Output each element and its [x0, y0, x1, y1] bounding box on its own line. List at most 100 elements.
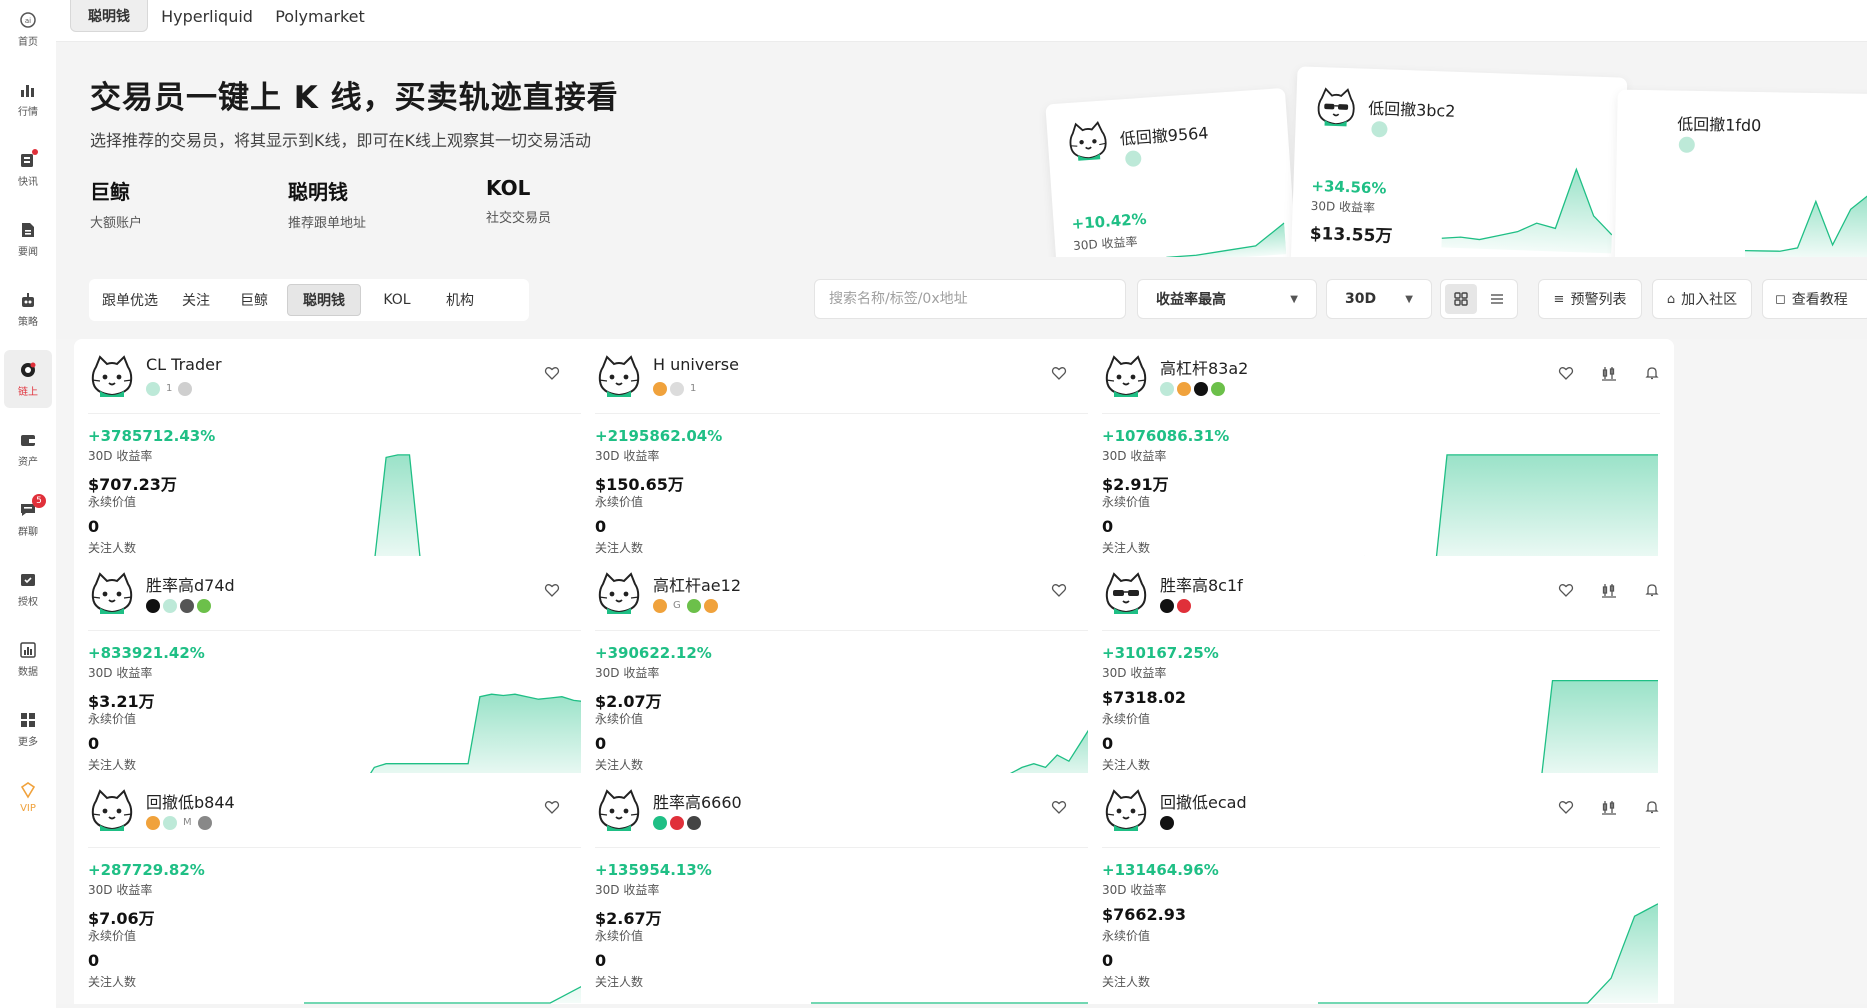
- heart-icon[interactable]: [1051, 365, 1067, 381]
- trader-name[interactable]: H universe: [653, 355, 739, 374]
- return-label: 30D 收益率: [1102, 449, 1167, 463]
- trader-tag-icon: [146, 599, 160, 613]
- hero-category-whale[interactable]: 巨鲸 大额账户: [90, 176, 142, 231]
- filter-tab-smart-money[interactable]: 聪明钱: [287, 284, 361, 316]
- trader-name[interactable]: CL Trader: [146, 355, 222, 374]
- card-actions: [1531, 582, 1660, 598]
- trader-card[interactable]: CL Trader 1 +3785712.43% 30D 收益率 $707.23万 永续价…: [74, 339, 660, 579]
- heart-icon[interactable]: [1558, 365, 1574, 381]
- filter-tab-kol[interactable]: KOL: [369, 284, 425, 316]
- heart-icon[interactable]: [1558, 799, 1574, 815]
- sidebar-item-home[interactable]: ai 首页: [4, 0, 52, 58]
- sidebar-item-onchain[interactable]: 链上: [4, 350, 52, 408]
- followers-count: 0: [595, 734, 607, 753]
- trader-name[interactable]: 回撤低b844: [146, 789, 235, 813]
- preview-return-label: 30D 收益率: [1310, 198, 1376, 216]
- list-icon: ≡: [1553, 291, 1565, 307]
- trader-name[interactable]: 高杠杆83a2: [1160, 355, 1248, 379]
- trader-card[interactable]: 胜率高8c1f +310167.25% 30D 收益率 $7318.02 永续价值 0 关注…: [1088, 556, 1674, 796]
- trader-card[interactable]: 胜率高d74d +833921.42% 30D 收益率 $3.21万 永续价值 0 关注人数: [74, 556, 660, 796]
- sidebar-item-label: 策略: [18, 316, 38, 328]
- card-divider: [1102, 630, 1660, 631]
- top-tab-polymarket[interactable]: Polymarket: [266, 0, 374, 32]
- return-value: +310167.25%: [1102, 644, 1219, 662]
- followers-count: 0: [1102, 734, 1114, 753]
- return-value: +287729.82%: [88, 861, 205, 879]
- trader-tag-icon: [1211, 382, 1225, 396]
- sidebar-item-news[interactable]: 要闻: [4, 210, 52, 268]
- trader-card[interactable]: 高杠杆ae12 G +390622.12% 30D 收益率 $2.07万 永续价值 0 关注人…: [581, 556, 1167, 796]
- heart-icon[interactable]: [544, 799, 560, 815]
- filter-tab-recommended[interactable]: 跟单优选: [97, 284, 163, 316]
- unread-badge: 5: [32, 494, 46, 508]
- perp-value-label: 永续价值: [1102, 712, 1151, 726]
- preview-card: 低回撤3bc2 +34.56% 30D 收益率 $13.55万: [1290, 66, 1628, 257]
- card-actions: [1531, 799, 1660, 815]
- grid-view-button[interactable]: [1445, 284, 1477, 314]
- sidebar-item-more-grid[interactable]: 更多: [4, 700, 52, 758]
- preview-tag-icon: [1678, 136, 1695, 153]
- tutorial-icon: ◻: [1775, 291, 1786, 307]
- sidebar-item-label: 要闻: [18, 246, 38, 258]
- return-value: +833921.42%: [88, 644, 205, 662]
- top-tab-hyperliquid[interactable]: Hyperliquid: [152, 0, 262, 32]
- hero-category-kol[interactable]: KOL 社交交易员: [486, 176, 551, 226]
- filter-tab-institution[interactable]: 机构: [433, 284, 487, 316]
- heart-icon[interactable]: [544, 582, 560, 598]
- sidebar-item-flash-news[interactable]: 快讯: [4, 140, 52, 198]
- heart-icon[interactable]: [544, 365, 560, 381]
- hero-category-smart-money[interactable]: 聪明钱 推荐跟单地址: [288, 176, 366, 231]
- preview-return-label: 30D 收益率: [1072, 234, 1138, 253]
- followers-label: 关注人数: [88, 975, 137, 989]
- trader-tag-icon: [687, 816, 701, 830]
- filter-tab-following[interactable]: 关注: [171, 284, 221, 316]
- chart-bars-icon: [19, 81, 37, 99]
- sidebar-item-label: 快讯: [18, 176, 38, 188]
- bell-icon[interactable]: [1644, 799, 1660, 815]
- sidebar-item-authorize[interactable]: 授权: [4, 560, 52, 618]
- perp-value: $2.91万: [1102, 475, 1169, 494]
- trader-name[interactable]: 胜率高d74d: [146, 572, 235, 596]
- trader-card[interactable]: 回撤低b844 M +287729.82% 30D 收益率 $7.06万 永续价值 0 关注人…: [74, 773, 660, 1008]
- trader-tag-icon: [180, 599, 194, 613]
- kline-icon[interactable]: [1601, 799, 1617, 815]
- trader-name[interactable]: 高杠杆ae12: [653, 572, 741, 596]
- alert-list-button[interactable]: ≡ 预警列表: [1538, 279, 1642, 319]
- heart-icon[interactable]: [1558, 582, 1574, 598]
- bell-icon[interactable]: [1644, 365, 1660, 381]
- trader-tag: M: [183, 817, 192, 828]
- sidebar-item-wallet[interactable]: 资产: [4, 420, 52, 478]
- period-select[interactable]: 30D ▼: [1326, 279, 1432, 319]
- list-view-button[interactable]: [1481, 284, 1513, 314]
- kline-icon[interactable]: [1601, 582, 1617, 598]
- svg-text:ai: ai: [25, 17, 31, 25]
- sidebar-item-data[interactable]: 数据: [4, 630, 52, 688]
- search-input[interactable]: [814, 279, 1126, 319]
- trader-name[interactable]: 胜率高6660: [653, 789, 742, 813]
- filter-tab-whale[interactable]: 巨鲸: [229, 284, 279, 316]
- sort-select[interactable]: 收益率最高 ▼: [1137, 279, 1317, 319]
- sidebar-item-vip[interactable]: VIP: [4, 768, 52, 826]
- trader-card[interactable]: 胜率高6660 +135954.13% 30D 收益率 $2.67万 永续价值 0 关注人数: [581, 773, 1167, 1008]
- trader-tags: [1160, 815, 1177, 831]
- view-tutorial-button[interactable]: ◻ 查看教程: [1762, 279, 1867, 319]
- trader-card[interactable]: 高杠杆83a2 +1076086.31% 30D 收益率 $2.91万 永续价值 0 关注人…: [1088, 339, 1674, 579]
- trader-name[interactable]: 回撤低ecad: [1160, 789, 1247, 813]
- heart-icon[interactable]: [1051, 799, 1067, 815]
- followers-count: 0: [595, 951, 607, 970]
- trader-card[interactable]: H universe 1 +2195862.04% 30D 收益率 $150.65万 永续…: [581, 339, 1167, 579]
- trader-name[interactable]: 胜率高8c1f: [1160, 572, 1243, 596]
- followers-label: 关注人数: [595, 758, 644, 772]
- sidebar-item-chart-bars[interactable]: 行情: [4, 70, 52, 128]
- followers-count: 0: [88, 951, 100, 970]
- sidebar-item-robot[interactable]: 策略: [4, 280, 52, 338]
- sidebar-item-label: VIP: [20, 802, 36, 814]
- join-community-button[interactable]: ⌂ 加入社区: [1652, 279, 1752, 319]
- trader-tag-icon: [146, 382, 160, 396]
- top-tab-smart-money[interactable]: 聪明钱: [70, 0, 148, 32]
- heart-icon[interactable]: [1051, 582, 1067, 598]
- bell-icon[interactable]: [1644, 582, 1660, 598]
- kline-icon[interactable]: [1601, 365, 1617, 381]
- sidebar-item-chat[interactable]: 群聊 5: [4, 490, 52, 548]
- trader-card[interactable]: 回撤低ecad +131464.96% 30D 收益率 $7662.93 永续价值 0 关注…: [1088, 773, 1674, 1008]
